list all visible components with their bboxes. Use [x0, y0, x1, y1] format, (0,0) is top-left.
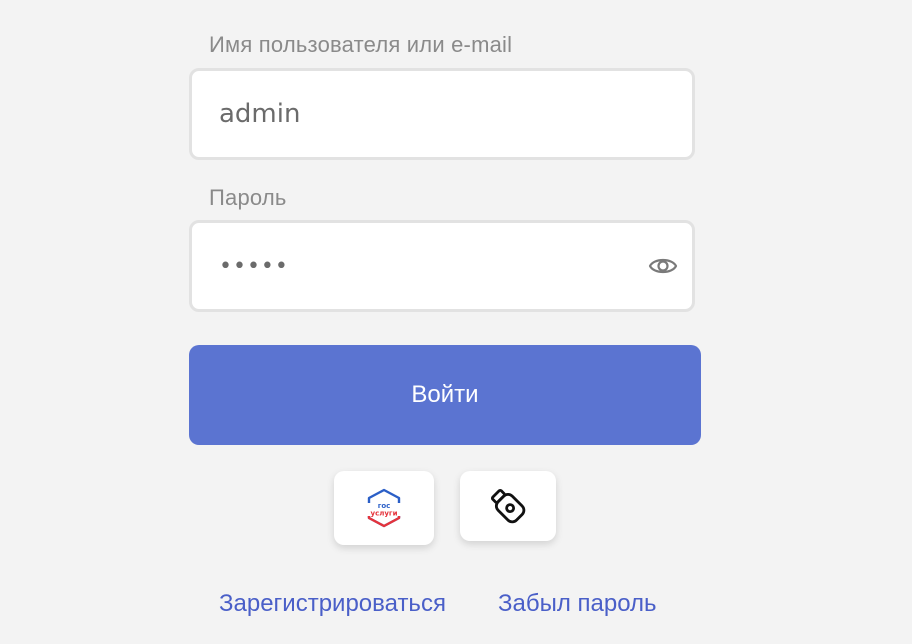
- gosuslugi-login-button[interactable]: гос услуги: [334, 471, 434, 545]
- password-field-box: [189, 220, 695, 312]
- forgot-password-link[interactable]: Забыл пароль: [498, 590, 657, 618]
- gosuslugi-logo: гос услуги: [367, 488, 401, 528]
- usb-key-icon: [490, 488, 526, 524]
- password-input[interactable]: [219, 223, 639, 309]
- register-link[interactable]: Зарегистрироваться: [219, 590, 446, 618]
- login-page: Имя пользователя или e-mail Пароль Войти…: [0, 0, 912, 644]
- usb-key-login-button[interactable]: [460, 471, 556, 541]
- password-label: Пароль: [209, 185, 287, 210]
- login-button[interactable]: Войти: [189, 345, 701, 445]
- username-label: Имя пользователя или e-mail: [209, 32, 513, 57]
- username-field-box: [189, 68, 695, 160]
- gosuslugi-text-bottom: услуги: [371, 510, 398, 518]
- username-input[interactable]: [219, 71, 639, 157]
- show-password-icon[interactable]: [648, 253, 678, 279]
